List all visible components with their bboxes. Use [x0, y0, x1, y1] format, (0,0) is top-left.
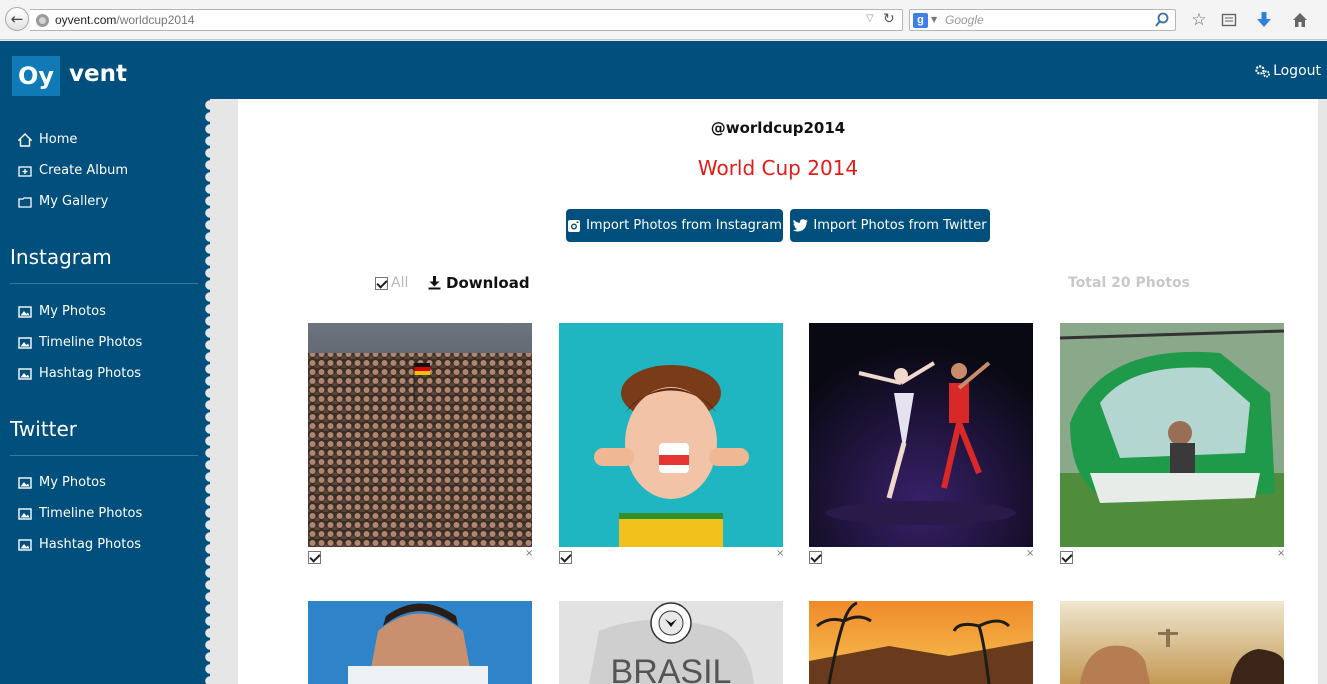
sidebar-item-twitter-hashtag-photos[interactable]: Hashtag Photos — [18, 537, 141, 552]
remove-photo-icon[interactable]: × — [1026, 548, 1034, 559]
sidebar-item-label: Timeline Photos — [39, 335, 143, 350]
image-icon — [18, 476, 32, 489]
sidebar-scalloped-edge — [200, 99, 210, 684]
select-all-checkbox[interactable]: All — [375, 275, 408, 291]
home-browser-icon[interactable] — [1288, 9, 1312, 31]
photo-select-checkbox[interactable] — [308, 551, 321, 564]
google-icon[interactable]: g — [913, 13, 928, 28]
sidebar-item-home[interactable]: Home — [18, 132, 77, 147]
import-instagram-button[interactable]: Import Photos from Instagram — [566, 209, 783, 242]
remove-photo-icon[interactable]: × — [776, 548, 784, 559]
logout-label: Logout — [1273, 63, 1321, 79]
photo-thumb-helicopter[interactable] — [1060, 323, 1284, 547]
photo-thumb-child-face-paint[interactable] — [559, 323, 783, 547]
photo-thumb-brasil-crest[interactable]: BRASIL — [559, 601, 783, 684]
select-all-label: All — [391, 275, 409, 291]
gears-icon — [1255, 65, 1271, 78]
sidebar-item-instagram-timeline-photos[interactable]: Timeline Photos — [18, 335, 142, 350]
photo-select-checkbox[interactable] — [559, 551, 572, 564]
sidebar-item-label: Home — [39, 132, 78, 147]
url-text: oyvent.com/worldcup2014 — [55, 13, 195, 27]
import-twitter-label: Import Photos from Twitter — [813, 218, 987, 233]
image-icon — [18, 305, 32, 318]
divider — [10, 283, 198, 284]
twitter-bird-icon — [793, 219, 808, 232]
image-icon — [18, 507, 32, 520]
app-header: Oy vent Logout — [0, 41, 1327, 99]
photo-thumb-rio-beach[interactable] — [809, 601, 1033, 684]
instagram-icon — [568, 219, 581, 232]
sidebar-item-instagram-hashtag-photos[interactable]: Hashtag Photos — [18, 366, 141, 381]
sidebar-heading-instagram: Instagram — [10, 245, 112, 269]
logout-link[interactable]: Logout — [1255, 63, 1321, 79]
reload-icon[interactable]: ↻ — [883, 11, 895, 27]
photo-select-checkbox[interactable] — [809, 551, 822, 564]
remove-photo-icon[interactable]: × — [1277, 548, 1285, 559]
back-arrow-icon[interactable]: ← — [5, 7, 29, 31]
sidebar-item-instagram-my-photos[interactable]: My Photos — [18, 304, 106, 319]
photo-select-checkbox[interactable] — [1060, 551, 1073, 564]
photo-thumb-ballet-footballer[interactable] — [809, 323, 1033, 547]
create-album-icon — [18, 165, 32, 177]
logo-text[interactable]: vent — [69, 61, 127, 87]
sidebar-heading-twitter: Twitter — [10, 417, 78, 441]
folder-icon — [18, 196, 32, 208]
address-bar[interactable]: oyvent.com/worldcup2014 ▽ ↻ — [30, 9, 903, 31]
reading-list-icon[interactable] — [1217, 9, 1241, 31]
star-bookmark-icon[interactable]: ☆ — [1187, 9, 1211, 31]
remove-photo-icon[interactable]: × — [525, 548, 533, 559]
import-twitter-button[interactable]: Import Photos from Twitter — [790, 209, 990, 242]
sidebar-item-label: Timeline Photos — [39, 506, 143, 521]
download-label: Download — [446, 274, 530, 292]
photo-count: Total 20 Photos — [1068, 275, 1190, 291]
sidebar-item-label: My Gallery — [39, 194, 109, 209]
page-title: World Cup 2014 — [697, 156, 859, 180]
home-icon — [18, 132, 32, 147]
search-placeholder: Google — [945, 13, 984, 27]
sidebar: Home Create Album My Gallery Instagram M… — [0, 99, 200, 684]
album-handle: @worldcup2014 — [710, 119, 846, 137]
download-icon — [428, 276, 441, 290]
sidebar-item-twitter-timeline-photos[interactable]: Timeline Photos — [18, 506, 142, 521]
sidebar-item-my-gallery[interactable]: My Gallery — [18, 194, 108, 209]
sidebar-item-label: Create Album — [39, 163, 128, 178]
search-input[interactable]: g ▼ Google — [909, 9, 1176, 31]
main-content: @worldcup2014 World Cup 2014 Import Phot… — [238, 99, 1318, 684]
photo-thumb-player-closeup[interactable] — [308, 601, 532, 684]
import-instagram-label: Import Photos from Instagram — [586, 218, 782, 233]
image-icon — [18, 367, 32, 380]
divider — [10, 455, 198, 456]
sidebar-item-create-album[interactable]: Create Album — [18, 163, 128, 178]
checkbox-checked-icon — [375, 276, 388, 290]
chevron-down-icon[interactable]: ▼ — [931, 15, 937, 24]
photo-thumb-fan-crowd[interactable] — [308, 323, 532, 547]
brasil-text: BRASIL — [611, 653, 732, 684]
logo-mark[interactable]: Oy — [12, 56, 60, 96]
image-icon — [18, 538, 32, 551]
sidebar-item-label: My Photos — [39, 304, 106, 319]
dropdown-arrow-icon[interactable]: ▽ — [866, 13, 874, 24]
search-icon[interactable] — [1154, 11, 1170, 29]
globe-icon — [36, 14, 49, 27]
download-arrow-icon[interactable] — [1252, 9, 1276, 31]
sidebar-item-label: My Photos — [39, 475, 106, 490]
browser-toolbar: ← oyvent.com/worldcup2014 ▽ ↻ g ▼ Google… — [0, 0, 1327, 40]
sidebar-item-label: Hashtag Photos — [39, 537, 142, 552]
photo-thumb-players-christ-statue[interactable] — [1060, 601, 1284, 684]
download-button[interactable]: Download — [428, 274, 530, 292]
sidebar-item-twitter-my-photos[interactable]: My Photos — [18, 475, 106, 490]
image-icon — [18, 336, 32, 349]
sidebar-item-label: Hashtag Photos — [39, 366, 142, 381]
